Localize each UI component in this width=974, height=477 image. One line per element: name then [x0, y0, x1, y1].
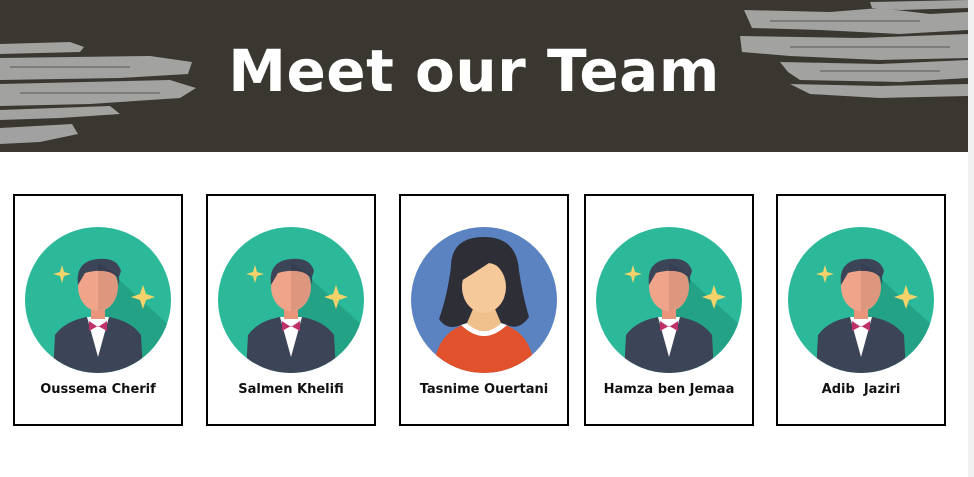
- scrollbar-track[interactable]: [968, 0, 974, 477]
- man-avatar-icon: [218, 227, 364, 373]
- woman-avatar-icon: [411, 227, 557, 373]
- team-member-name: Tasnime Ouertani: [419, 382, 549, 397]
- team-member-card[interactable]: Adib Jaziri: [776, 194, 946, 426]
- team-member-name: Adib Jaziri: [821, 382, 901, 397]
- hero-banner: Meet our Team: [0, 0, 968, 152]
- team-member-card[interactable]: Tasnime Ouertani: [399, 194, 569, 426]
- team-member-name: Hamza ben Jemaa: [603, 382, 735, 397]
- team-member-name: Oussema Cherif: [40, 382, 156, 397]
- team-member-card[interactable]: Oussema Cherif: [13, 194, 183, 426]
- man-avatar-icon: [596, 227, 742, 373]
- man-avatar-icon: [25, 227, 171, 373]
- man-avatar-icon: [788, 227, 934, 373]
- page-title: Meet our Team: [228, 37, 720, 105]
- team-member-name: Salmen Khelifi: [238, 382, 344, 397]
- team-member-card[interactable]: Salmen Khelifi: [206, 194, 376, 426]
- page: Meet our Team Oussema Cherif Salmen Khel…: [0, 0, 974, 477]
- team-member-card[interactable]: Hamza ben Jemaa: [584, 194, 754, 426]
- team-grid: Oussema Cherif Salmen Khelifi Tasnime Ou…: [0, 194, 968, 426]
